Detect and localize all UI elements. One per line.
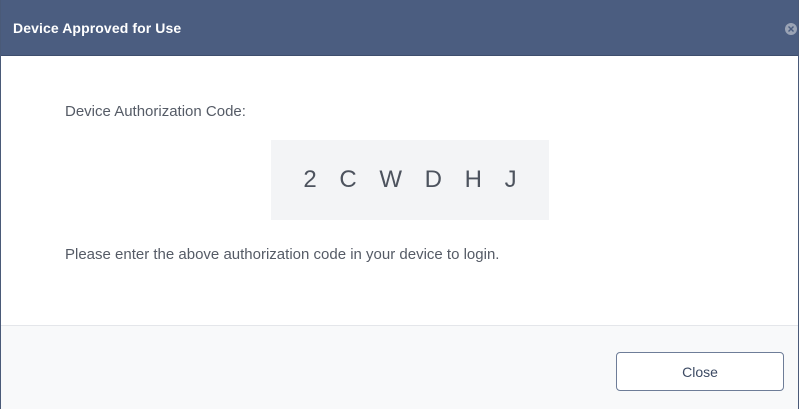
instructions-text: Please enter the above authorization cod… bbox=[65, 246, 500, 263]
authorization-code-box: 2 C W D H J bbox=[271, 140, 549, 220]
x-glyph-icon bbox=[788, 26, 794, 32]
authorization-code-label: Device Authorization Code: bbox=[65, 103, 246, 120]
close-icon[interactable] bbox=[785, 23, 797, 35]
close-button[interactable]: Close bbox=[616, 352, 784, 391]
dialog-footer: Close bbox=[1, 325, 798, 409]
device-approved-dialog: Device Approved for Use Device Authoriza… bbox=[0, 0, 799, 409]
dialog-titlebar: Device Approved for Use bbox=[1, 0, 798, 56]
dialog-body: Device Authorization Code: 2 C W D H J P… bbox=[1, 56, 798, 325]
dialog-title: Device Approved for Use bbox=[13, 20, 182, 36]
authorization-code-value: 2 C W D H J bbox=[303, 166, 525, 193]
